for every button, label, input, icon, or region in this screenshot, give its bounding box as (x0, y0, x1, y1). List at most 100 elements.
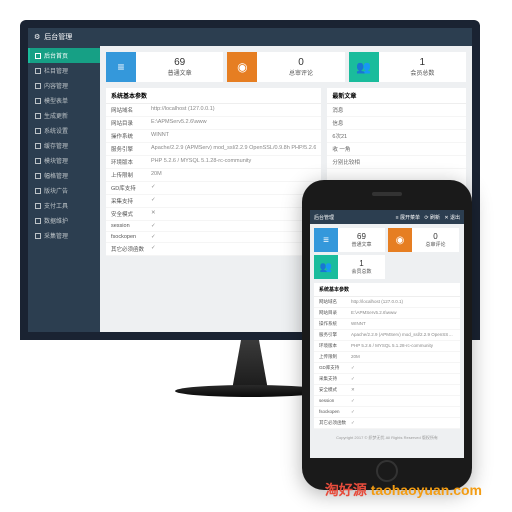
sidebar-item-0[interactable]: 后台首页 (28, 48, 100, 63)
sidebar-item-1[interactable]: 栏目管理 (28, 63, 100, 78)
sidebar-item-12[interactable]: 采集管理 (28, 228, 100, 243)
menu-expand[interactable]: ≡ 展开菜单 (396, 215, 420, 221)
checkbox-icon (35, 128, 41, 134)
sidebar-item-4[interactable]: 生成更新 (28, 108, 100, 123)
info-value: ✓ (351, 376, 455, 382)
info-row-1: 网站目录E:\APMServ5.2.6\www (314, 308, 460, 319)
watermark: 淘好源 taohaoyuan.com (325, 480, 482, 500)
info-value: ✕ (351, 387, 455, 393)
recent-item-0[interactable]: 消息 (327, 104, 466, 117)
sidebar-label: 栏目管理 (44, 66, 68, 75)
sidebar-item-9[interactable]: 版块广告 (28, 183, 100, 198)
stat-card-0[interactable]: ≡69普通文章 (106, 52, 223, 82)
menu-refresh[interactable]: ⟳ 刷新 (424, 215, 440, 221)
info-key: 操作系统 (111, 132, 151, 140)
sidebar-item-5[interactable]: 系统设置 (28, 123, 100, 138)
info-row-7: 采集支持✓ (314, 374, 460, 385)
info-value: ✓ (351, 365, 455, 371)
info-row-4: 环境版本PHP 5.2.6 / MYSQL 5.1.28-rc-communit… (314, 341, 460, 352)
watermark-text-a: 淘好源 (325, 482, 371, 498)
sidebar-label: 版块广告 (44, 186, 68, 195)
mobile-stat-0[interactable]: ≡69普通文章 (314, 228, 385, 252)
info-key: GD库支持 (111, 184, 151, 192)
info-value: 20M (151, 171, 316, 179)
mobile-stat-1[interactable]: ◉0总审评论 (388, 228, 459, 252)
info-row-8: 安全模式✕ (106, 208, 321, 221)
sidebar-item-7[interactable]: 模块管理 (28, 153, 100, 168)
recent-item-3[interactable]: 收 一角 (327, 143, 466, 156)
stat-card-2[interactable]: 👥1会员总数 (349, 52, 466, 82)
info-row-8: 安全模式✕ (314, 385, 460, 396)
sidebar-label: 后台首页 (44, 51, 68, 60)
sidebar-item-6[interactable]: 缓存管理 (28, 138, 100, 153)
checkbox-icon (35, 68, 41, 74)
app-title: 后台管理 (44, 32, 72, 42)
info-row-6: GD库支持✓ (106, 182, 321, 195)
info-row-1: 网站目录E:\APMServ5.2.6\www (106, 117, 321, 130)
info-key: 安全模式 (111, 210, 151, 218)
info-value: Apache/2.2.9 (APMServ) mod_ssl/2.2.9 Ope… (151, 145, 316, 153)
recent-item-1[interactable]: 信息 (327, 117, 466, 130)
stat-icon: ≡ (314, 228, 338, 252)
info-row-5: 上传限制20M (106, 169, 321, 182)
info-value: PHP 5.2.6 / MYSQL 5.1.28-rc-community (151, 158, 316, 166)
info-value: WINNT (351, 321, 455, 327)
info-key: 采集支持 (319, 376, 351, 382)
info-value: ✓ (351, 409, 455, 415)
info-value: PHP 5.2.6 / MYSQL 5.1.28-rc-community (351, 343, 455, 349)
sidebar-label: 模型表单 (44, 96, 68, 105)
info-key: 环境版本 (319, 343, 351, 349)
checkbox-icon (35, 98, 41, 104)
info-value: 20M (351, 354, 455, 360)
info-value: ✓ (351, 420, 455, 426)
stat-text: 0总审评论 (412, 232, 459, 248)
info-key: fsockopen (111, 234, 151, 240)
recent-item-2[interactable]: 6次21 (327, 130, 466, 143)
sidebar-item-11[interactable]: 数据维护 (28, 213, 100, 228)
info-value: http://localhost (127.0.0.1) (151, 106, 316, 114)
stat-icon: 👥 (314, 255, 338, 279)
sidebar-label: 系统设置 (44, 126, 68, 135)
info-value: ✓ (151, 245, 316, 253)
mobile-phone: 后台管理 ≡ 展开菜单 ⟳ 刷新 ✕ 退出 ≡69普通文章◉0总审评论👥1会员总… (302, 180, 472, 490)
recent-title: 最新文章 (327, 88, 466, 104)
info-row-11: 其它必须函数✓ (106, 243, 321, 256)
info-row-5: 上传限制20M (314, 352, 460, 363)
info-value: Apache/2.2.9 (APMServ) mod_ssl/2.2.9 Ope… (351, 332, 455, 338)
info-row-9: session✓ (106, 221, 321, 232)
sidebar-item-8[interactable]: 幅格管理 (28, 168, 100, 183)
info-row-11: 其它必须函数✓ (314, 418, 460, 429)
checkbox-icon (35, 158, 41, 164)
mobile-stat-2[interactable]: 👥1会员总数 (314, 255, 385, 279)
sidebar: 后台首页栏目管理内容管理模型表单生成更新系统设置缓存管理模块管理幅格管理版块广告… (28, 46, 100, 332)
stat-icon: 👥 (349, 52, 379, 82)
mobile-topbar: 后台管理 ≡ 展开菜单 ⟳ 刷新 ✕ 退出 (310, 210, 464, 224)
info-row-0: 网站域名http://localhost (127.0.0.1) (314, 297, 460, 308)
sidebar-label: 缓存管理 (44, 141, 68, 150)
sidebar-item-10[interactable]: 支付工具 (28, 198, 100, 213)
info-value: ✓ (151, 184, 316, 192)
info-key: 网站目录 (319, 310, 351, 316)
info-key: 安全模式 (319, 387, 351, 393)
sidebar-item-3[interactable]: 模型表单 (28, 93, 100, 108)
checkbox-icon (35, 83, 41, 89)
info-key: 上传限制 (111, 171, 151, 179)
info-value: ✓ (151, 223, 316, 229)
stats-row: ≡69普通文章◉0总审评论👥1会员总数 (106, 52, 466, 82)
info-key: 其它必须函数 (111, 245, 151, 253)
sidebar-item-2[interactable]: 内容管理 (28, 78, 100, 93)
checkbox-icon (35, 233, 41, 239)
sidebar-label: 采集管理 (44, 231, 68, 240)
stat-card-1[interactable]: ◉0总审评论 (227, 52, 344, 82)
mobile-stats: ≡69普通文章◉0总审评论👥1会员总数 (310, 224, 464, 283)
recent-item-4[interactable]: 分别比较相 (327, 156, 466, 169)
info-key: 操作系统 (319, 321, 351, 327)
mobile-menu: ≡ 展开菜单 ⟳ 刷新 ✕ 退出 (393, 214, 460, 221)
menu-exit[interactable]: ✕ 退出 (444, 215, 460, 221)
stat-icon: ◉ (388, 228, 412, 252)
info-key: 服务引擎 (319, 332, 351, 338)
info-row-7: 采集支持✓ (106, 195, 321, 208)
sidebar-label: 幅格管理 (44, 171, 68, 180)
mobile-sysinfo: 系统基本参数 网站域名http://localhost (127.0.0.1)网… (314, 283, 460, 429)
checkbox-icon (35, 113, 41, 119)
